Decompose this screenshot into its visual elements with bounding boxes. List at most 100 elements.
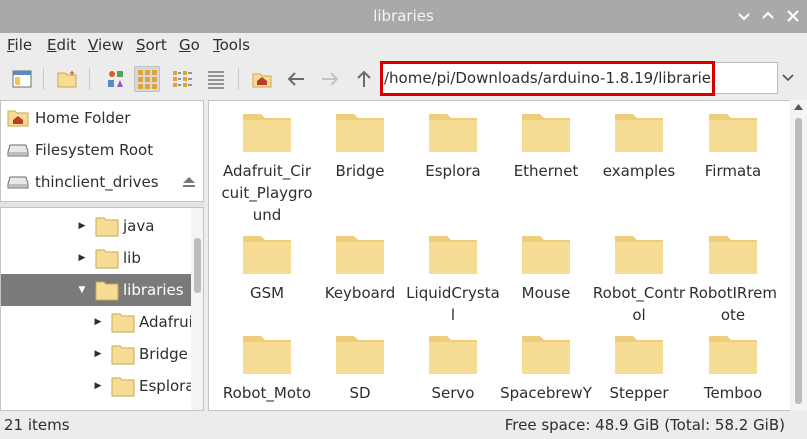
tree-label: java [123, 217, 155, 235]
file-name: Esplora [425, 162, 481, 180]
scroll-up-icon[interactable] [793, 103, 804, 111]
status-bar: 21 items Free space: 48.9 GiB (Total: 58… [0, 411, 807, 439]
tree-item-lib[interactable]: ▶ lib [1, 242, 191, 274]
title-bar: libraries [0, 0, 807, 33]
file-item[interactable]: LiquidCrystal [406, 232, 500, 326]
menu-go[interactable]: Go [179, 36, 200, 54]
folder-icon [336, 336, 384, 374]
folder-icon [522, 236, 570, 274]
expander-right-icon[interactable]: ▶ [93, 317, 103, 327]
icon-view-icon[interactable] [103, 66, 129, 92]
eject-icon[interactable] [181, 175, 197, 193]
menu-file-key: F [7, 36, 15, 54]
file-name: Stepper [609, 384, 669, 402]
up-arrow-icon[interactable] [351, 66, 377, 92]
window-title: libraries [373, 7, 434, 25]
place-home-folder[interactable]: Home Folder [1, 103, 205, 133]
detailed-list-view-icon[interactable] [203, 66, 229, 92]
main-scrollbar[interactable] [790, 100, 807, 411]
menu-go-key: G [179, 36, 191, 54]
file-item[interactable]: Keyboard [313, 232, 407, 304]
menu-view-key: V [88, 36, 98, 54]
file-item[interactable]: SD [313, 332, 407, 404]
new-window-icon[interactable] [9, 66, 35, 92]
tree-item-libraries[interactable]: ▼ libraries [1, 274, 191, 306]
close-icon[interactable] [783, 6, 803, 26]
menu-tools-key: T [213, 36, 220, 54]
file-item[interactable]: Firmata [686, 110, 780, 182]
file-item[interactable]: Ethernet [499, 110, 593, 182]
file-name: SD [349, 384, 371, 402]
folder-icon [336, 236, 384, 274]
folder-icon [429, 114, 477, 152]
file-name: Ethernet [513, 162, 579, 180]
file-item[interactable]: SpacebrewYun [499, 332, 593, 411]
file-item[interactable]: GSM [220, 232, 314, 304]
expander-right-icon[interactable]: ▶ [93, 381, 103, 391]
file-item[interactable]: Bridge [313, 110, 407, 182]
file-name: SpacebrewYun [500, 384, 592, 411]
folder-icon [615, 114, 663, 152]
place-filesystem-root[interactable]: Filesystem Root [1, 135, 205, 165]
file-item[interactable]: Temboo [686, 332, 780, 404]
tree-label: Adafruit [139, 313, 199, 331]
menu-edit[interactable]: Edit [47, 36, 76, 54]
file-item[interactable]: examples [592, 110, 686, 182]
tree-label: Esplora [139, 377, 195, 395]
expander-right-icon[interactable]: ▶ [77, 253, 87, 263]
file-name: examples [602, 162, 676, 180]
new-folder-icon[interactable] [54, 66, 80, 92]
file-item[interactable]: Adafruit_Circuit_Playground [220, 110, 314, 226]
file-item[interactable]: Esplora [406, 110, 500, 182]
tree-item-bridge[interactable]: ▶ Bridge [1, 338, 191, 370]
item-count: 21 items [4, 416, 70, 434]
tree-item-java[interactable]: ▶ java [1, 210, 191, 242]
place-label: thinclient_drives [35, 173, 159, 191]
tree-item-esplora[interactable]: ▶ Esplora [1, 370, 195, 402]
tree-item-adafruit[interactable]: ▶ Adafruit [1, 306, 199, 338]
path-highlight-box [380, 61, 715, 96]
menu-view-label: iew [97, 36, 124, 54]
minimize-icon[interactable] [734, 6, 754, 26]
folder-icon [111, 377, 135, 397]
place-label: Filesystem Root [35, 141, 154, 159]
tree-scrollbar[interactable] [191, 208, 203, 410]
main-scrollbar-thumb[interactable] [795, 118, 802, 404]
thumbnail-view-icon[interactable] [134, 66, 160, 92]
file-name: Mouse [521, 284, 571, 302]
expander-right-icon[interactable]: ▶ [93, 349, 103, 359]
folder-icon [243, 236, 291, 274]
compact-view-icon[interactable] [169, 66, 195, 92]
folder-icon [95, 281, 119, 301]
file-item[interactable]: Stepper [592, 332, 686, 404]
back-arrow-icon[interactable] [283, 66, 309, 92]
menu-sort-key: S [136, 36, 146, 54]
file-item[interactable]: Robot_Motor [220, 332, 314, 411]
file-item[interactable]: Robot_Control [592, 232, 686, 326]
directory-tree: ▶ java ▶ lib ▼ libraries ▶ Adafruit ▶ Br… [0, 207, 204, 411]
forward-arrow-icon[interactable] [317, 66, 343, 92]
tree-label: lib [123, 249, 141, 267]
tree-scrollbar-thumb[interactable] [194, 238, 201, 293]
maximize-icon[interactable] [758, 6, 778, 26]
menu-file[interactable]: File [7, 36, 32, 54]
folder-icon [243, 336, 291, 374]
file-name: Keyboard [324, 284, 396, 302]
free-space: Free space: 48.9 GiB (Total: 58.2 GiB) [504, 416, 785, 434]
drive-icon [7, 140, 29, 160]
menu-tools[interactable]: Tools [213, 36, 250, 54]
folder-icon [111, 313, 135, 333]
menu-sort[interactable]: Sort [136, 36, 167, 54]
menu-view[interactable]: View [88, 36, 124, 54]
expander-down-icon[interactable]: ▼ [77, 285, 87, 295]
file-item[interactable]: Mouse [499, 232, 593, 304]
file-name: RobotIRremote [688, 284, 778, 324]
file-item[interactable]: RobotIRremote [686, 232, 780, 326]
file-item[interactable]: Servo [406, 332, 500, 404]
chevron-down-icon[interactable] [778, 62, 798, 94]
file-name: Robot_Control [592, 284, 686, 324]
place-thinclient-drives[interactable]: thinclient_drives [1, 167, 205, 197]
home-icon[interactable] [249, 66, 275, 92]
expander-right-icon[interactable]: ▶ [77, 221, 87, 231]
file-name: Servo [431, 384, 475, 402]
